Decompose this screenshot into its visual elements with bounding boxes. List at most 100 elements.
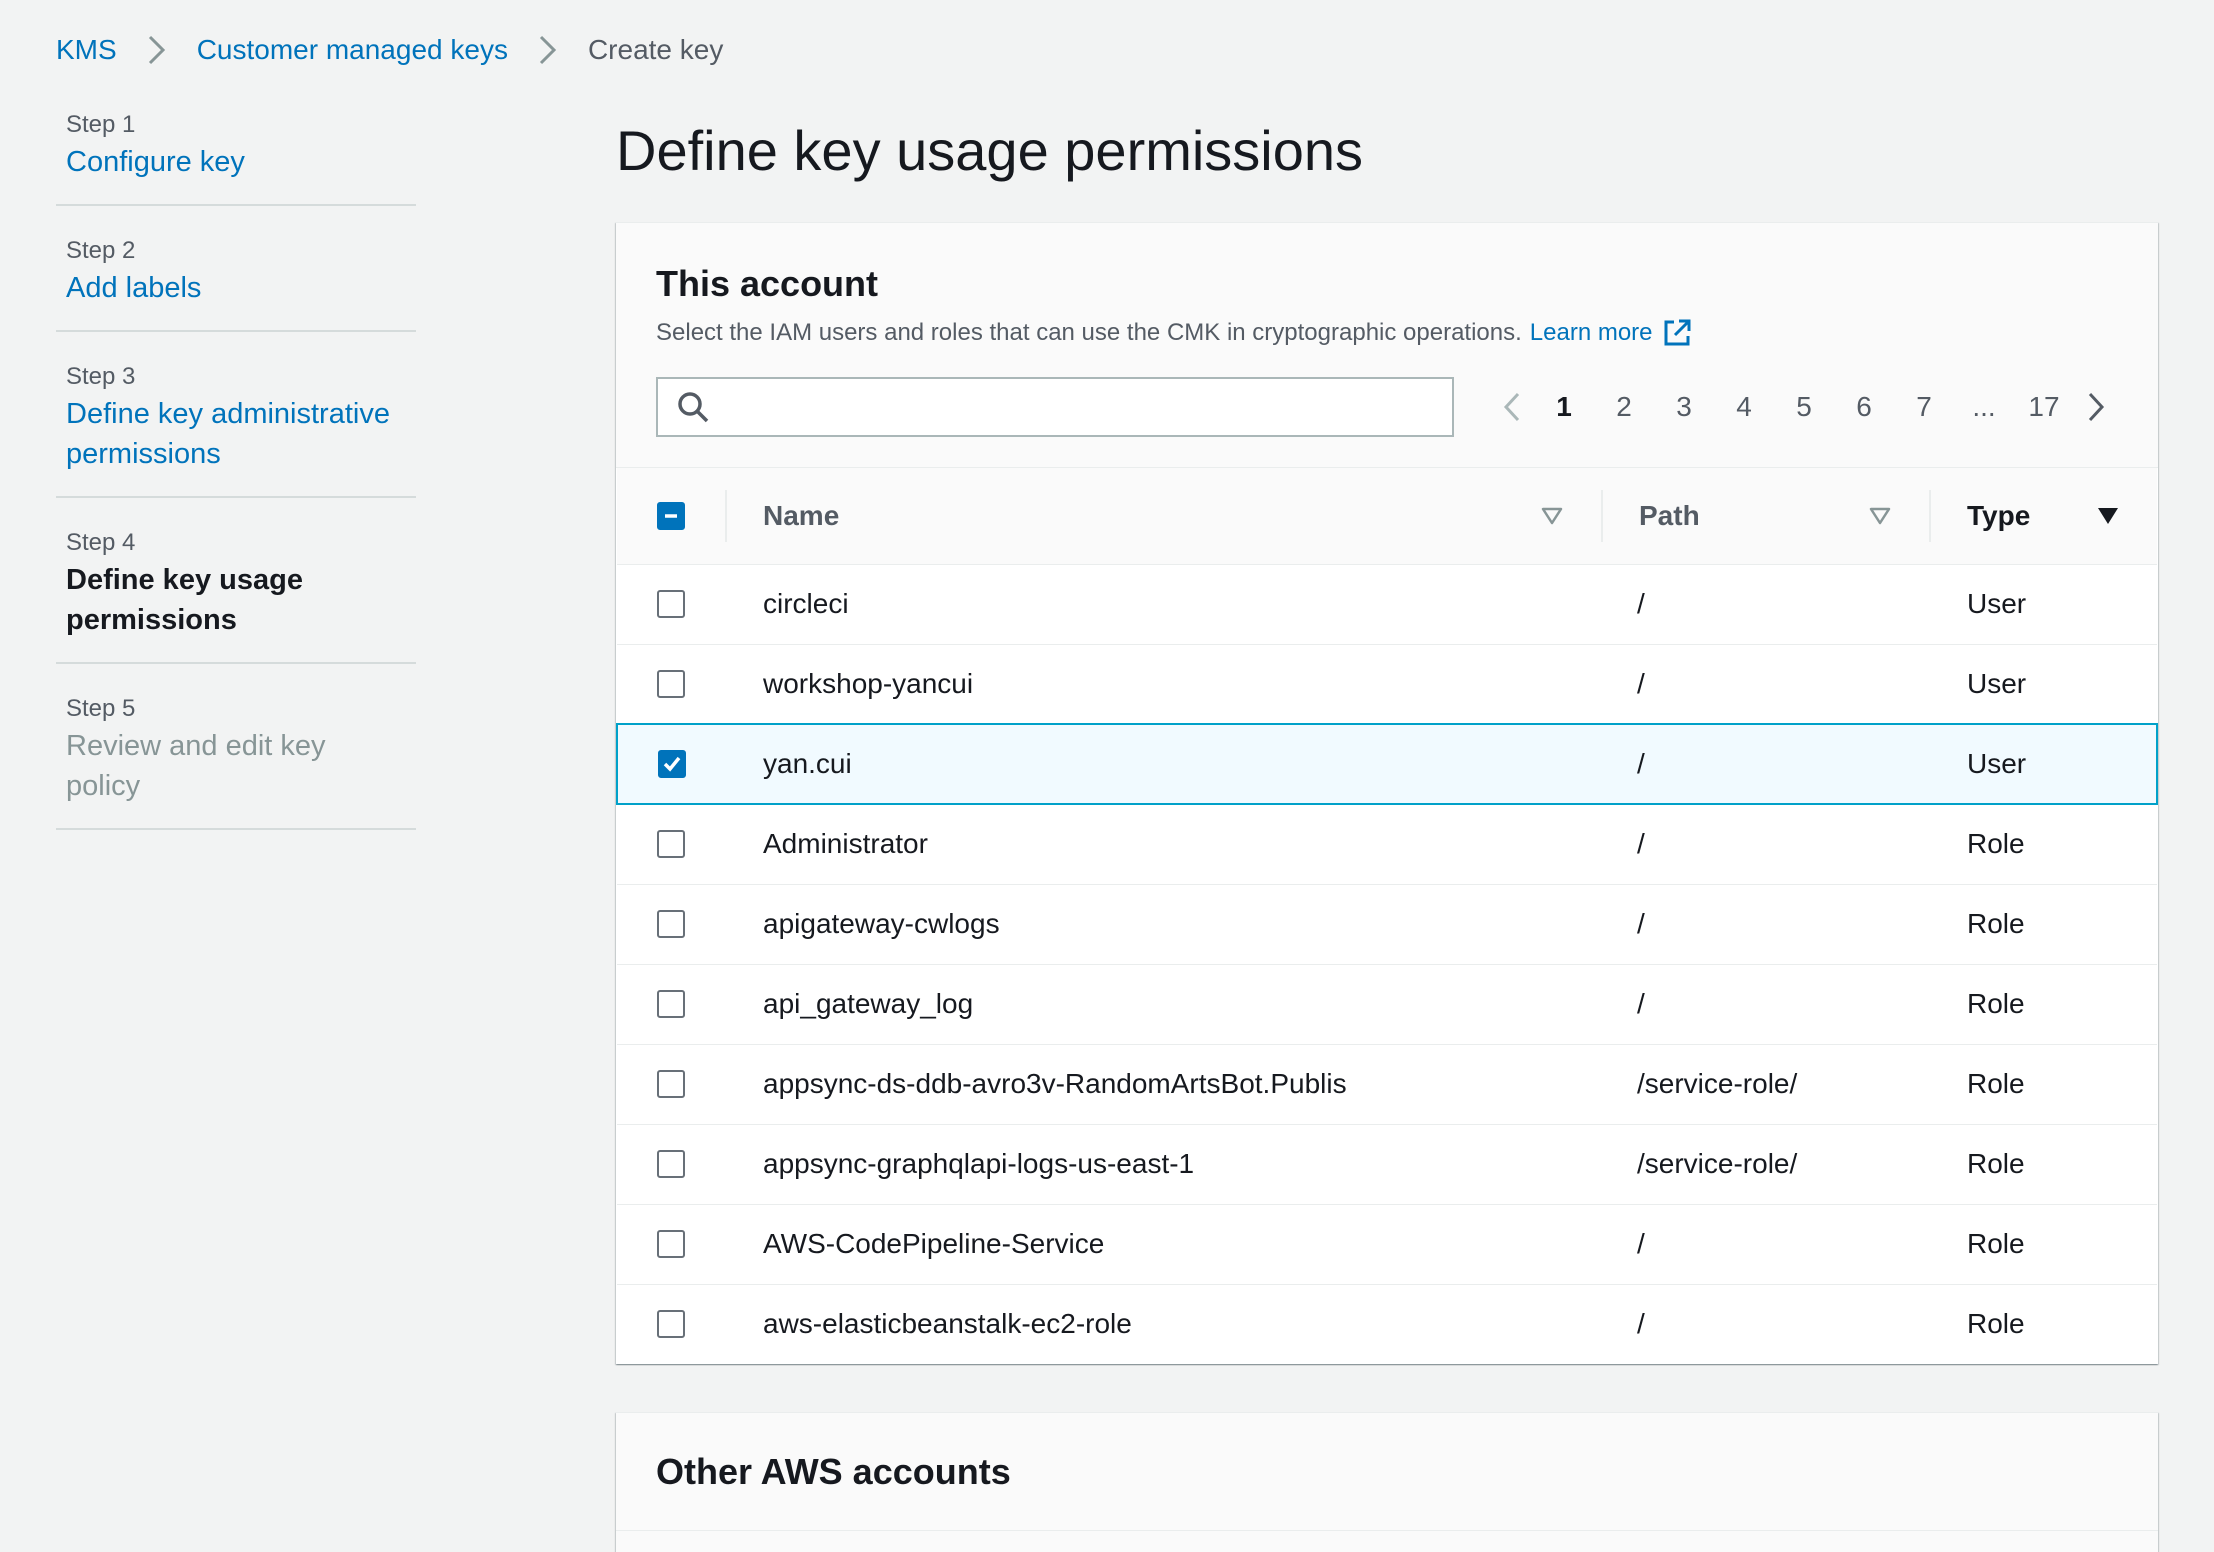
cell-path: / xyxy=(1601,644,1929,725)
cell-type: Role xyxy=(1929,1124,2157,1205)
cell-type: Role xyxy=(1967,1308,2025,1340)
step-link-configure-key[interactable]: Configure key xyxy=(66,146,245,178)
page-number[interactable]: 5 xyxy=(1774,391,1834,423)
column-header-name[interactable]: Name xyxy=(725,468,1601,565)
row-checkbox[interactable] xyxy=(657,910,685,938)
cell-path: /service-role/ xyxy=(1601,1044,1929,1125)
column-header-path[interactable]: Path xyxy=(1601,468,1929,565)
breadcrumb-kms[interactable]: KMS xyxy=(56,34,117,66)
breadcrumb-customer-managed-keys[interactable]: Customer managed keys xyxy=(197,34,508,66)
page-number[interactable]: 3 xyxy=(1654,391,1714,423)
chevron-right-icon xyxy=(528,30,568,70)
page-number[interactable]: 2 xyxy=(1594,391,1654,423)
step-number: Step 3 xyxy=(66,363,136,390)
learn-more-link[interactable]: Learn more xyxy=(1530,317,1693,349)
panel-title: This account xyxy=(656,263,879,304)
sort-descending-icon xyxy=(2095,503,2121,529)
step-number: Step 1 xyxy=(66,111,136,138)
cell-path: / xyxy=(1601,964,1929,1045)
select-all-checkbox[interactable] xyxy=(657,501,685,530)
row-select-cell xyxy=(617,644,725,725)
row-select-cell xyxy=(617,1044,725,1125)
cell-path: / xyxy=(1601,804,1929,885)
row-checkbox[interactable] xyxy=(658,750,686,778)
table-row[interactable]: appsync-ds-ddb-avro3v-RandomArtsBot.Publ… xyxy=(617,1044,2157,1125)
row-select-cell xyxy=(617,564,725,645)
table-row[interactable]: workshop-yancui / User xyxy=(617,644,2157,725)
checkmark-icon xyxy=(663,756,681,772)
row-checkbox[interactable] xyxy=(657,1230,685,1258)
table-row[interactable]: circleci / User xyxy=(617,564,2157,645)
row-checkbox[interactable] xyxy=(657,1070,685,1098)
row-checkbox[interactable] xyxy=(657,1150,685,1178)
wizard-steps: Step 1 Configure key Step 2 Add labels S… xyxy=(56,104,416,830)
cell-name: api_gateway_log xyxy=(725,964,1601,1045)
page-title: Define key usage permissions xyxy=(616,119,1364,182)
cell-name: yan.cui xyxy=(725,723,1601,805)
cell-name: appsync-graphqlapi-logs-us-east-1 xyxy=(725,1124,1601,1205)
search-input[interactable] xyxy=(720,379,1452,435)
table-row[interactable]: AWS-CodePipeline-Service / Role xyxy=(617,1204,2157,1285)
next-page-icon[interactable] xyxy=(2074,385,2118,429)
cell-path: / xyxy=(1601,1204,1929,1285)
table-row[interactable]: apigateway-cwlogs / Role xyxy=(617,884,2157,965)
cell-name: circleci xyxy=(725,564,1601,645)
cell-type: User xyxy=(1929,723,2158,805)
cell-path: / xyxy=(1637,1308,1645,1340)
step-number: Step 2 xyxy=(66,237,136,264)
table-row[interactable]: appsync-graphqlapi-logs-us-east-1/servic… xyxy=(617,1124,2157,1205)
cell-type: Role xyxy=(1929,884,2157,965)
cell-type: User xyxy=(1929,644,2157,725)
table-row[interactable]: yan.cui / User xyxy=(616,723,2158,805)
step-1: Step 1 Configure key xyxy=(56,104,416,206)
select-all-header xyxy=(617,468,725,565)
table-toolbar: 1 2 3 4 5 6 7 ... 17 xyxy=(656,377,2118,437)
row-checkbox[interactable] xyxy=(657,1310,685,1339)
row-select-cell xyxy=(617,804,725,885)
step-link-define-key-admin-permissions[interactable]: Define key administrative permissions xyxy=(66,394,406,474)
other-aws-accounts-panel: Other AWS accounts xyxy=(616,1412,2158,1552)
row-select-cell xyxy=(616,723,725,805)
table-row[interactable]: api_gateway_log / Role xyxy=(617,964,2157,1045)
step-disabled-review-key-policy: Review and edit key policy xyxy=(66,730,326,802)
step-number: Step 4 xyxy=(66,529,136,556)
step-link-add-labels[interactable]: Add labels xyxy=(66,272,201,304)
row-select-cell xyxy=(617,884,725,965)
cell-name: workshop-yancui xyxy=(725,644,1601,725)
cell-name: AWS-CodePipeline-Service xyxy=(725,1204,1601,1285)
search-box[interactable] xyxy=(656,377,1454,437)
table-row[interactable]: aws-elasticbeanstalk-ec2-role / Role xyxy=(617,1284,2157,1364)
page-number[interactable]: 4 xyxy=(1714,391,1774,423)
row-checkbox[interactable] xyxy=(657,830,685,859)
panel-header: This account Select the IAM users and ro… xyxy=(616,223,2158,468)
cell-type: Role xyxy=(1929,804,2157,885)
table-body: circleci / User workshop-yancui / User yan.cui… xyxy=(616,564,2158,1364)
row-checkbox[interactable] xyxy=(657,669,685,698)
breadcrumb: KMS Customer managed keys Create key xyxy=(56,30,723,70)
row-select-cell xyxy=(617,1124,725,1205)
step-current-define-key-usage-permissions: Define key usage permissions xyxy=(66,564,303,636)
cell-path: / xyxy=(1601,564,1929,645)
page-number[interactable]: 7 xyxy=(1894,391,1954,423)
table-header-row: Name Path Type xyxy=(617,468,2157,565)
row-checkbox[interactable] xyxy=(657,590,685,618)
sort-icon xyxy=(1539,503,1565,529)
sort-icon xyxy=(1867,503,1893,529)
column-label: Type xyxy=(1967,499,2031,531)
row-select-cell xyxy=(617,964,725,1045)
page-ellipsis: ... xyxy=(1972,391,1996,422)
previous-page-icon[interactable] xyxy=(1490,385,1534,429)
row-checkbox[interactable] xyxy=(657,990,685,1018)
step-number: Step 5 xyxy=(66,695,136,722)
external-link-icon xyxy=(1661,317,1693,349)
cell-name: aws-elasticbeanstalk-ec2-role xyxy=(763,1308,1132,1340)
principals-table: Name Path Type circleci / User workshop-… xyxy=(616,468,2158,1364)
column-header-type[interactable]: Type xyxy=(1929,468,2157,565)
cell-type: Role xyxy=(1929,1204,2157,1285)
page-number[interactable]: 1 xyxy=(1534,391,1594,423)
page-number[interactable]: 17 xyxy=(2014,391,2074,423)
page-number[interactable]: 6 xyxy=(1834,391,1894,423)
column-label: Path xyxy=(1639,499,1700,531)
table-row[interactable]: Administrator / Role xyxy=(617,804,2157,885)
cell-path: / xyxy=(1601,884,1929,965)
